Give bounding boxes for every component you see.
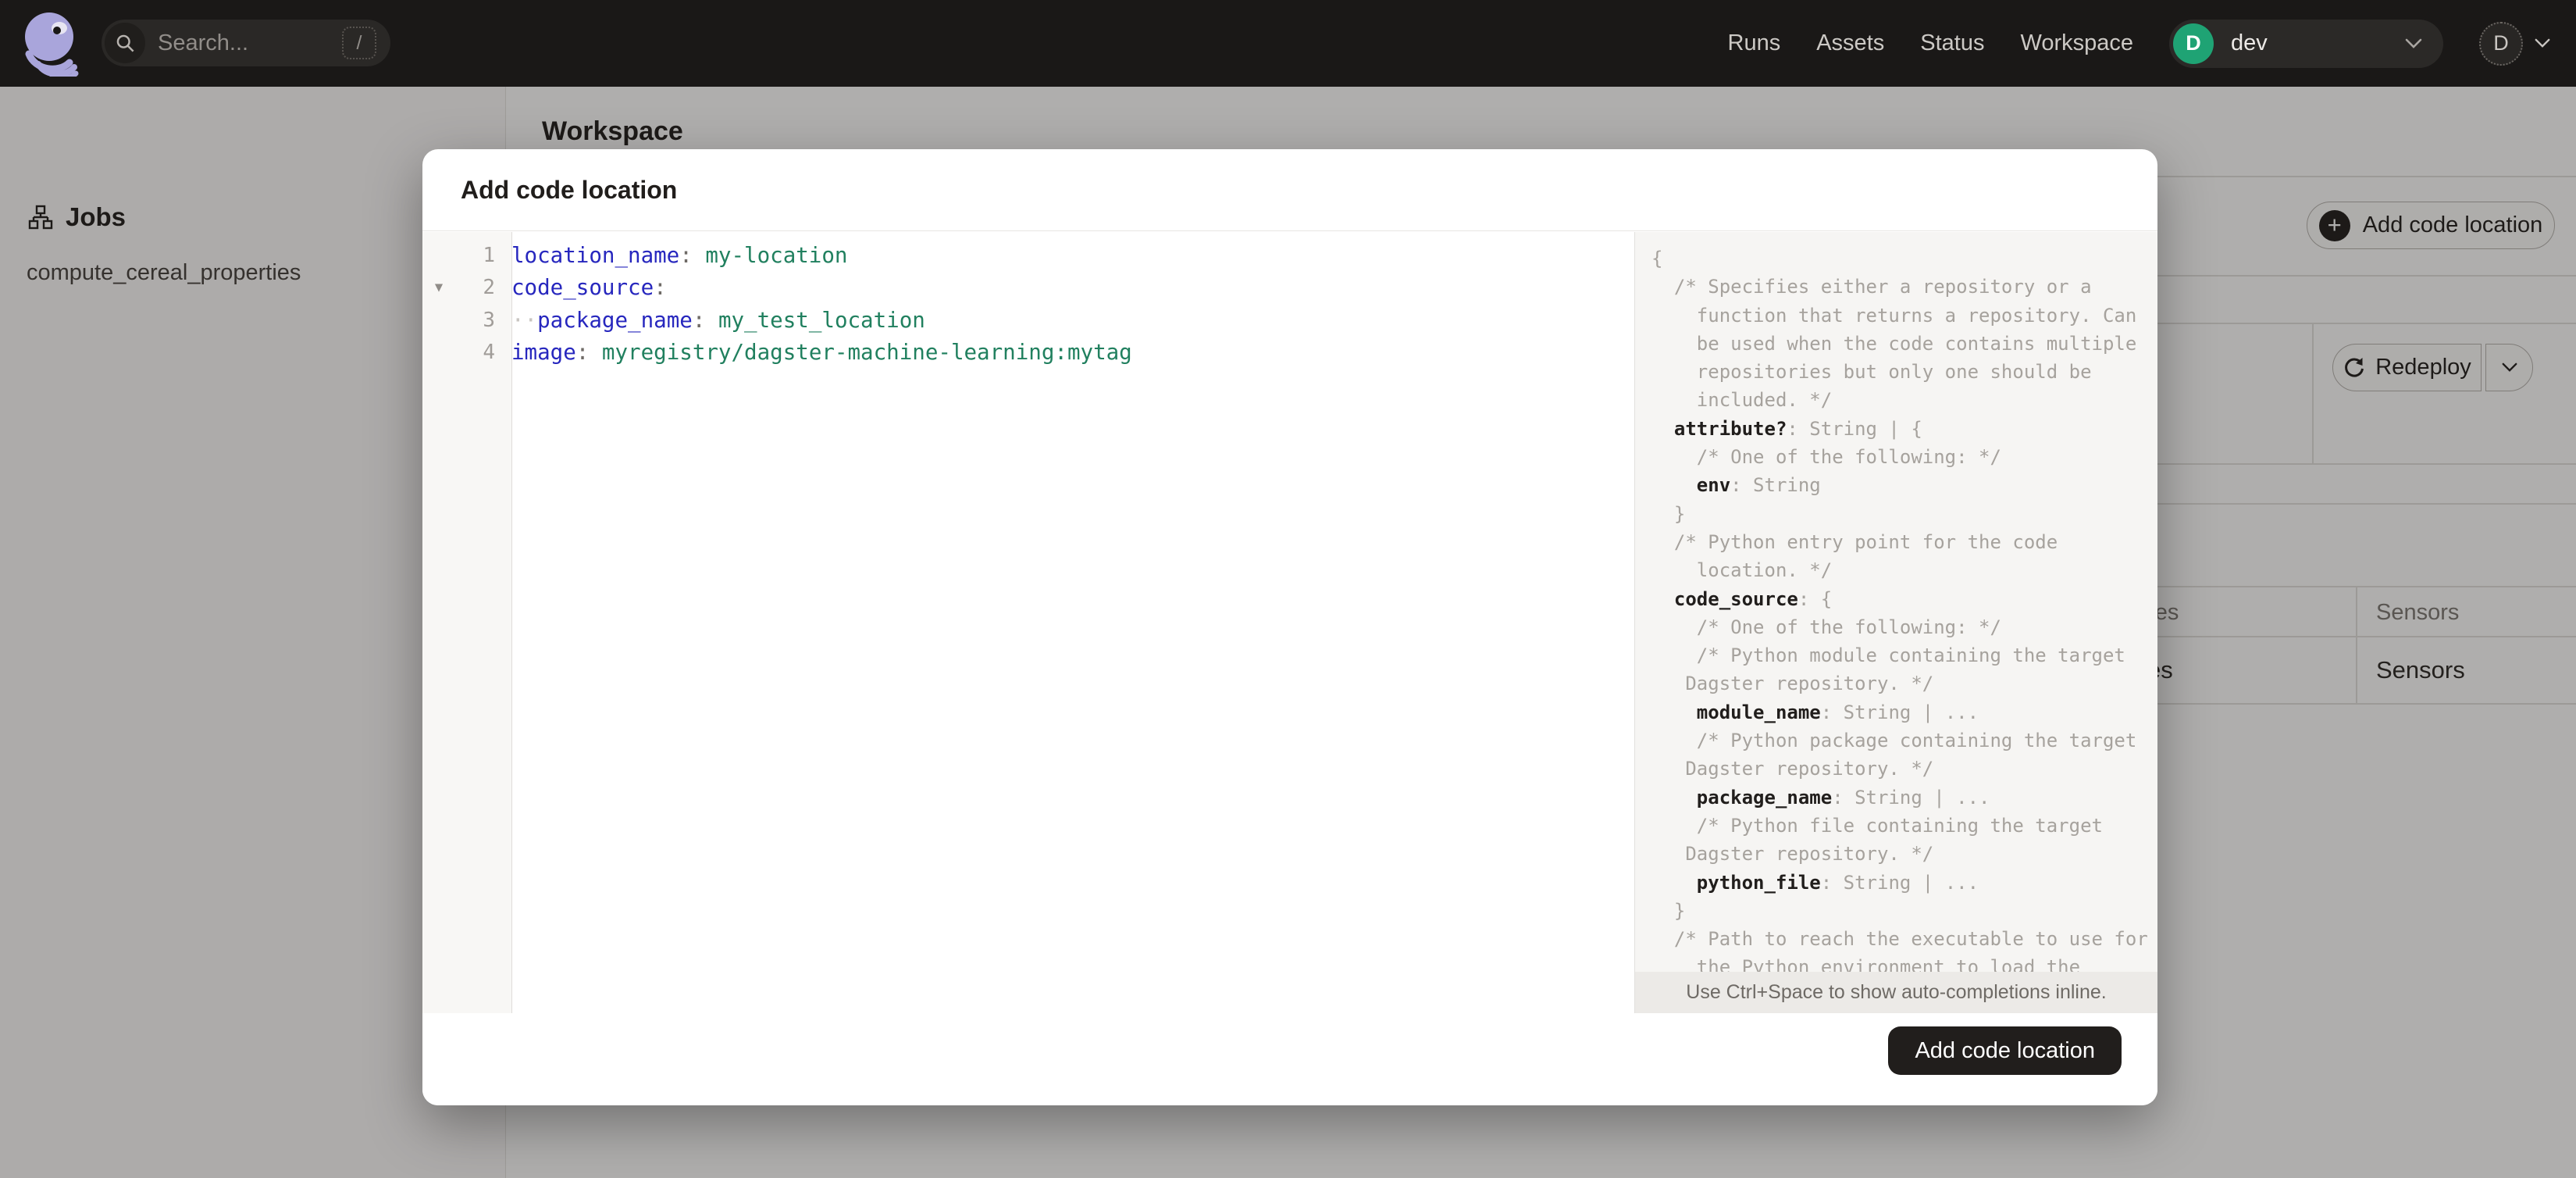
- search-icon: [105, 23, 145, 63]
- code-text: ··package_name: my_test_location: [511, 307, 925, 333]
- schema-line: /* Python entry point for the code: [1651, 530, 2058, 553]
- schema-line: /* Path to reach the executable to use f…: [1651, 928, 2148, 951]
- autocomplete-hint: Use Ctrl+Space to show auto-completions …: [1635, 972, 2157, 1013]
- schema-line: python_file: String | ...: [1651, 871, 1979, 894]
- dialog-title: Add code location: [461, 175, 678, 204]
- deployment-switcher[interactable]: D dev: [2169, 19, 2443, 68]
- schema-line: /* Python package containing the target: [1651, 730, 2137, 752]
- fold-arrow-icon[interactable]: ▼: [422, 280, 455, 295]
- schema-line: module_name: String | ...: [1651, 701, 1979, 723]
- schema-line: }: [1651, 899, 1686, 922]
- user-avatar: D: [2479, 21, 2523, 66]
- schema-line: Dagster repository. */: [1651, 843, 1934, 866]
- nav-link-status[interactable]: Status: [1920, 30, 1984, 56]
- schema-line: attribute?: String | {: [1651, 417, 1922, 440]
- search-shortcut-badge: /: [342, 27, 376, 59]
- schema-line: /* Python file containing the target: [1651, 814, 2103, 837]
- schema-line: /* Python module containing the target: [1651, 644, 2125, 667]
- schema-line: }: [1651, 502, 1686, 525]
- config-editor[interactable]: 1 location_name: my-location ▼ 2 code_source…: [422, 232, 1634, 1013]
- add-code-location-dialog: Add code location 1 location_name: my-loc…: [422, 149, 2157, 1105]
- schema-line: location. */: [1651, 559, 1833, 582]
- global-search-input[interactable]: Search... /: [102, 20, 390, 66]
- schema-pre: { /* Specifies either a repository or a …: [1635, 232, 2157, 982]
- schema-line: /* Specifies either a repository or a: [1651, 276, 2092, 298]
- deployment-avatar: D: [2173, 23, 2214, 64]
- user-menu[interactable]: D: [2479, 21, 2551, 66]
- line-number: 2: [483, 276, 495, 300]
- submit-add-code-location-button[interactable]: Add code location: [1888, 1026, 2122, 1075]
- schema-line: /* One of the following: */: [1651, 446, 2001, 469]
- line-number: 4: [483, 341, 495, 365]
- nav-link-assets[interactable]: Assets: [1816, 30, 1884, 56]
- schema-line: function that returns a repository. Can: [1651, 304, 2137, 327]
- schema-line: code_source: {: [1651, 587, 1833, 610]
- schema-line: {: [1651, 248, 1663, 270]
- nav-link-workspace[interactable]: Workspace: [2020, 30, 2133, 56]
- editor-line[interactable]: 1 location_name: my-location: [422, 239, 1634, 272]
- chevron-down-icon: [2405, 38, 2422, 48]
- editor-line[interactable]: 4 image: myregistry/dagster-machine-learn…: [422, 337, 1634, 369]
- code-text: location_name: my-location: [511, 242, 848, 268]
- nav-links: Runs Assets Status Workspace: [1728, 30, 2133, 56]
- line-number: 1: [483, 243, 495, 267]
- search-placeholder: Search...: [158, 30, 249, 55]
- dialog-footer: Add code location: [422, 1013, 2157, 1105]
- editor-line[interactable]: 3 ··package_name: my_test_location: [422, 304, 1634, 337]
- deployment-name: dev: [2231, 30, 2268, 55]
- code-text: image: myregistry/dagster-machine-learni…: [511, 340, 1132, 366]
- editor-lines: 1 location_name: my-location ▼ 2 code_source…: [422, 239, 1634, 369]
- schema-line: package_name: String | ...: [1651, 786, 1990, 809]
- schema-line: Dagster repository. */: [1651, 673, 1934, 695]
- editor-line[interactable]: ▼ 2 code_source:: [422, 272, 1634, 305]
- schema-line: Dagster repository. */: [1651, 758, 1934, 780]
- top-navbar: Search... / Runs Assets Status Workspace D …: [0, 0, 2576, 87]
- schema-sidebar[interactable]: { /* Specifies either a repository or a …: [1634, 232, 2157, 1013]
- nav-link-runs[interactable]: Runs: [1728, 30, 1781, 56]
- line-number: 3: [483, 308, 495, 332]
- dialog-header: Add code location: [422, 149, 2157, 231]
- schema-line: repositories but only one should be: [1651, 361, 2092, 384]
- schema-line: be used when the code contains multiple: [1651, 332, 2137, 355]
- schema-line: env: String: [1651, 474, 1821, 497]
- schema-line: included. */: [1651, 389, 1833, 412]
- chevron-down-icon: [2535, 38, 2550, 48]
- schema-line: /* One of the following: */: [1651, 616, 2001, 638]
- dagster-logo-icon[interactable]: [18, 9, 84, 77]
- code-text: code_source:: [511, 275, 667, 301]
